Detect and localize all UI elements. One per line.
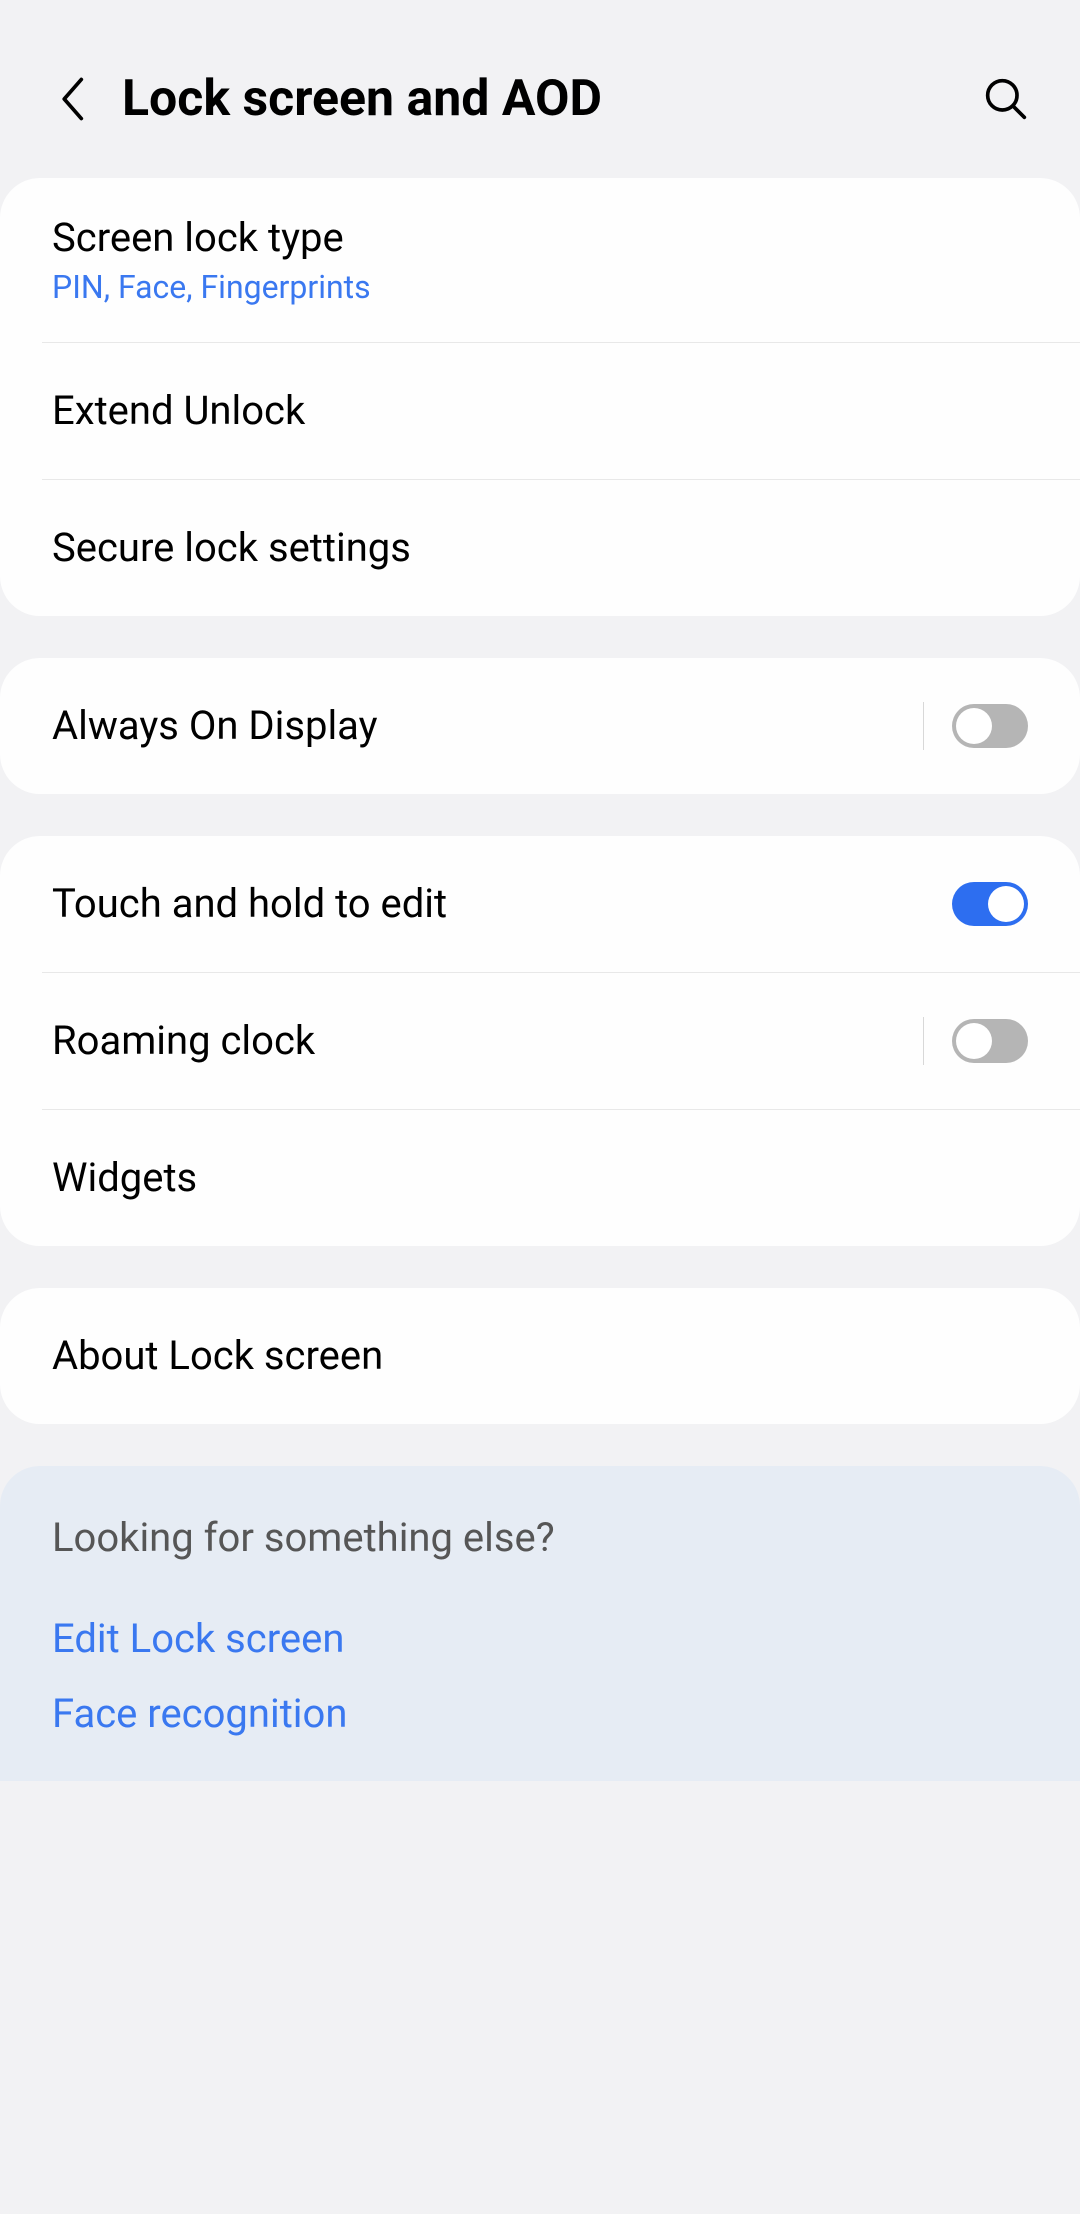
header: Lock screen and AOD xyxy=(0,0,1080,178)
setting-title: Touch and hold to edit xyxy=(52,878,952,930)
lock-settings-card: Screen lock type PIN, Face, Fingerprints… xyxy=(0,178,1080,616)
customize-card: Touch and hold to edit Roaming clock Wid… xyxy=(0,836,1080,1246)
about-lock-screen-row[interactable]: About Lock screen xyxy=(0,1288,1080,1424)
divider xyxy=(923,1017,924,1065)
always-on-display-row[interactable]: Always On Display xyxy=(0,658,1080,794)
chevron-left-icon xyxy=(59,77,89,121)
divider xyxy=(923,702,924,750)
toggle-thumb xyxy=(988,886,1024,922)
page-title: Lock screen and AOD xyxy=(122,70,958,128)
touch-hold-edit-row[interactable]: Touch and hold to edit xyxy=(0,836,1080,972)
setting-title: Widgets xyxy=(52,1152,1028,1204)
toggle-thumb xyxy=(956,708,992,744)
extend-unlock-row[interactable]: Extend Unlock xyxy=(0,343,1080,479)
search-button[interactable] xyxy=(982,75,1030,123)
secure-lock-settings-row[interactable]: Secure lock settings xyxy=(0,480,1080,616)
edit-lock-screen-link[interactable]: Edit Lock screen xyxy=(52,1601,1028,1676)
touch-hold-edit-toggle[interactable] xyxy=(952,882,1028,926)
setting-title: Roaming clock xyxy=(52,1015,923,1067)
roaming-clock-toggle[interactable] xyxy=(952,1019,1028,1063)
aod-card: Always On Display xyxy=(0,658,1080,794)
roaming-clock-row[interactable]: Roaming clock xyxy=(0,973,1080,1109)
widgets-row[interactable]: Widgets xyxy=(0,1110,1080,1246)
screen-lock-type-row[interactable]: Screen lock type PIN, Face, Fingerprints xyxy=(0,178,1080,342)
suggestions-card: Looking for something else? Edit Lock sc… xyxy=(0,1466,1080,1781)
setting-title: Always On Display xyxy=(52,700,923,752)
suggestions-heading: Looking for something else? xyxy=(52,1514,1028,1561)
back-button[interactable] xyxy=(50,75,98,123)
toggle-thumb xyxy=(956,1023,992,1059)
always-on-display-toggle[interactable] xyxy=(952,704,1028,748)
setting-subtitle: PIN, Face, Fingerprints xyxy=(52,268,1028,306)
face-recognition-link[interactable]: Face recognition xyxy=(52,1676,1028,1751)
setting-title: Secure lock settings xyxy=(52,522,1028,574)
search-icon xyxy=(984,77,1028,121)
setting-title: Extend Unlock xyxy=(52,385,1028,437)
setting-title: About Lock screen xyxy=(52,1330,1028,1382)
setting-title: Screen lock type xyxy=(52,212,1028,264)
about-card: About Lock screen xyxy=(0,1288,1080,1424)
